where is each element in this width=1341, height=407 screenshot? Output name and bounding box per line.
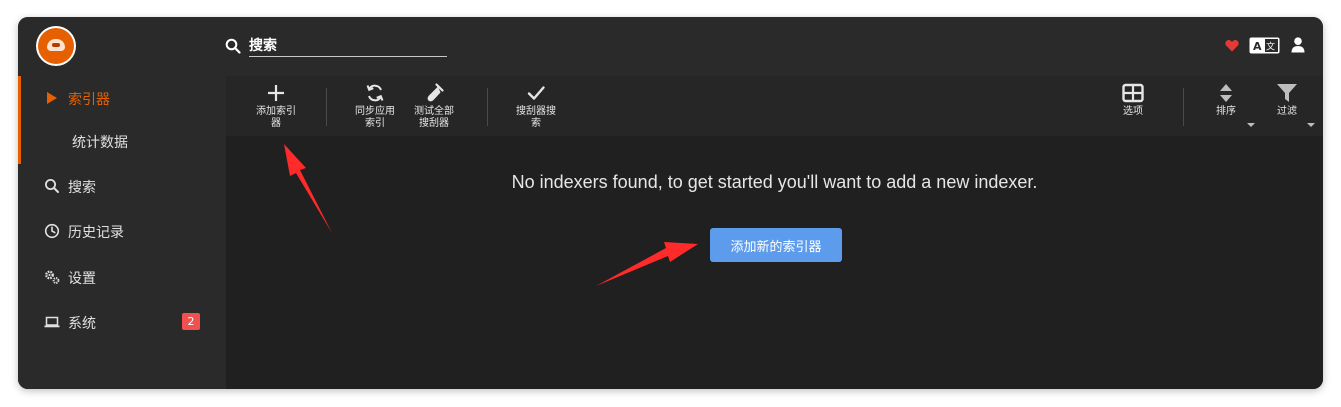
sidebar-item-label: 历史记录 [68, 225, 124, 241]
heart-icon[interactable] [1225, 39, 1239, 52]
notification-badge: 2 [182, 313, 200, 330]
empty-state-message: No indexers found, to get started you'll… [511, 172, 1038, 192]
svg-text:A: A [1253, 40, 1262, 53]
sidebar: 索引器 统计数据 搜索 历史记录 设置 系统 2 [18, 76, 226, 389]
toolbar-button-label: 选项 [1123, 106, 1143, 117]
sync-icon [366, 84, 384, 102]
search-icon [225, 38, 241, 54]
test-all-indexers-button[interactable]: 测试全部搜刮器 [408, 83, 460, 130]
filter-icon [1277, 84, 1297, 102]
main-content: No indexers found, to get started you'll… [226, 136, 1323, 389]
toolbar-button-label: 过滤 [1277, 106, 1297, 117]
laptop-icon [44, 316, 60, 328]
manual-search-button[interactable]: 搜刮器搜索 [510, 83, 562, 130]
sidebar-item-stats[interactable]: 统计数据 [18, 121, 226, 161]
add-new-indexer-button[interactable]: 添加新的索引器 [710, 228, 842, 262]
toolbar-button-label: 测试全部搜刮器 [414, 106, 454, 129]
chevron-down-icon [1247, 123, 1255, 127]
app-logo[interactable] [36, 26, 76, 66]
search-icon [45, 179, 59, 193]
translate-icon[interactable]: A 文 [1249, 37, 1280, 54]
toolbar-separator [487, 88, 488, 126]
add-indexer-button[interactable]: 添加索引器 [250, 83, 302, 130]
chevron-down-icon [1307, 123, 1315, 127]
sidebar-item-system[interactable]: 系统 2 [18, 302, 226, 342]
sidebar-item-label: 索引器 [68, 92, 110, 108]
toolbar-separator [326, 88, 327, 126]
sidebar-item-settings[interactable]: 设置 [18, 257, 226, 297]
sort-icon [1220, 84, 1232, 102]
svg-text:文: 文 [1266, 41, 1275, 53]
toolbar-button-label: 搜刮器搜索 [516, 106, 556, 129]
table-icon [1122, 83, 1144, 103]
sort-button[interactable]: 排序 [1206, 83, 1246, 118]
page-toolbar: 添加索引器 同步应用索引 测试全部搜刮器 搜刮器搜索 选项 排序 过滤 [226, 76, 1323, 136]
annotation-arrow [284, 144, 332, 233]
top-header: A 文 [18, 17, 1323, 76]
sidebar-item-history[interactable]: 历史记录 [18, 211, 226, 251]
sidebar-item-label: 搜索 [68, 180, 96, 196]
toolbar-button-label: 添加索引器 [256, 106, 296, 129]
header-actions: A 文 [1225, 36, 1305, 56]
options-button[interactable]: 选项 [1106, 83, 1160, 118]
global-search [225, 36, 450, 58]
filter-button[interactable]: 过滤 [1267, 83, 1307, 118]
logo-icon [38, 28, 74, 64]
clock-icon [44, 223, 60, 239]
sidebar-item-indexers[interactable]: 索引器 [18, 78, 226, 118]
annotation-arrow [596, 242, 698, 286]
search-input[interactable] [249, 36, 447, 57]
play-icon [47, 92, 57, 104]
checkmark-icon [527, 86, 545, 100]
sidebar-item-label: 统计数据 [72, 135, 128, 151]
sync-indexers-button[interactable]: 同步应用索引 [350, 83, 400, 130]
sidebar-item-label: 设置 [68, 271, 96, 287]
toolbar-button-label: 同步应用索引 [355, 106, 395, 129]
cogs-icon [45, 270, 60, 284]
app-window: A 文 索引器 统计数据 搜索 [18, 17, 1323, 389]
user-icon[interactable] [1291, 37, 1305, 53]
toolbar-separator [1183, 88, 1184, 126]
toolbar-button-label: 排序 [1216, 106, 1236, 117]
sidebar-item-search[interactable]: 搜索 [18, 166, 226, 206]
test-tube-icon [427, 83, 444, 102]
sidebar-item-label: 系统 [68, 316, 96, 332]
plus-icon [268, 85, 284, 101]
